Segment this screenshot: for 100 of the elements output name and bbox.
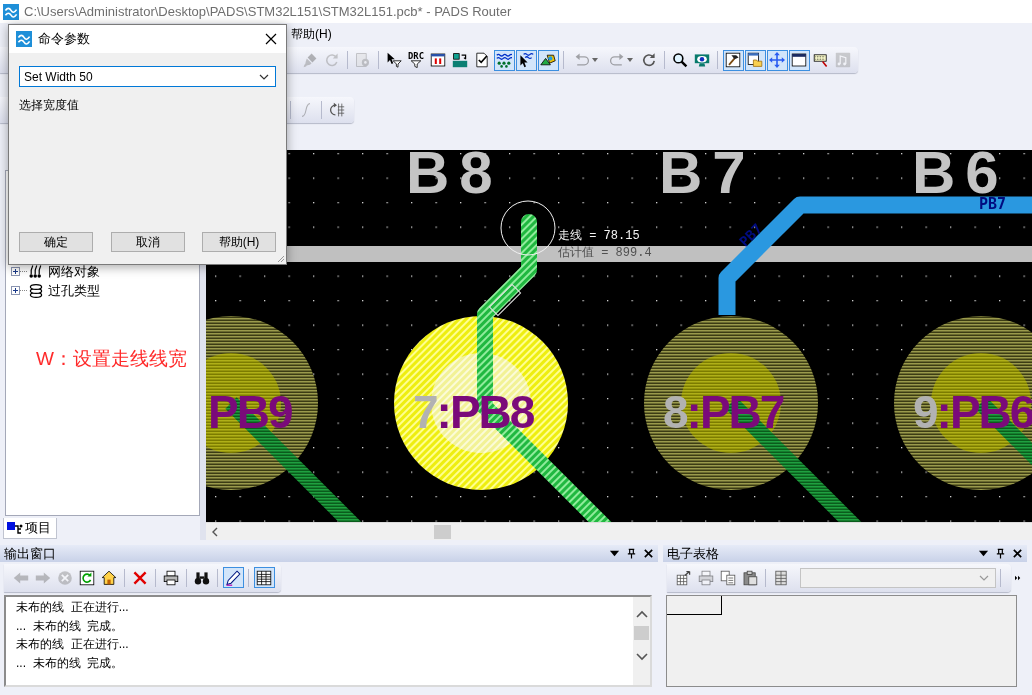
folder-window-icon (747, 52, 763, 68)
menu-item[interactable]: 帮助(H) (289, 24, 334, 45)
measurement-readout: 走线 = 78.15 (558, 230, 640, 243)
scrollbar-thumb[interactable] (634, 626, 649, 640)
command-dropdown[interactable]: Set Width 50 (19, 66, 276, 87)
dialog-title: 命令参数 (38, 30, 91, 48)
silkscreen-label: B8 (406, 150, 503, 197)
printer-icon (163, 569, 179, 586)
close-icon (265, 33, 277, 45)
expand-icon[interactable] (11, 286, 20, 295)
log-line: 未布的线 正在进行... (16, 636, 130, 653)
caret-icon (591, 58, 598, 62)
window-title: C:\Users\Administrator\Desktop\PADS\STM32L151\STM32L151.pcb* - PADS Router (24, 4, 512, 19)
table-export-icon (676, 569, 692, 586)
dropdown-icon[interactable] (609, 548, 620, 559)
panel-title: 输出窗口 (4, 544, 56, 563)
gear-document-icon (355, 52, 371, 68)
blocks-arrow-icon (452, 52, 468, 68)
refresh-icon (324, 52, 340, 68)
toolbar-button[interactable] (788, 49, 810, 71)
grid-rotate-icon (329, 102, 345, 118)
scroll-left-icon[interactable] (211, 526, 219, 537)
pin-number: 9 (913, 386, 937, 438)
app-logo-icon (3, 3, 19, 20)
silkscreen-label: B6 (912, 150, 1009, 197)
stacked-rings-icon (28, 282, 44, 299)
paste-icon (742, 569, 758, 586)
keyboard-icon (813, 52, 829, 68)
toolbar-button[interactable] (537, 49, 559, 71)
close-icon[interactable] (643, 548, 654, 559)
caret-icon (979, 574, 989, 581)
window-pause-icon (430, 52, 446, 68)
app-logo-icon (16, 31, 32, 47)
vertical-scrollbar[interactable] (633, 597, 650, 685)
selection-marker (488, 283, 522, 317)
brush-icon (302, 52, 318, 68)
scroll-up-icon[interactable] (635, 610, 648, 618)
magnifier-icon (672, 52, 688, 68)
expand-icon[interactable] (11, 267, 20, 276)
chevrons-icon[interactable] (1015, 574, 1021, 581)
music-note-icon (835, 52, 851, 68)
measurement-readout: 估计值 = 899.4 (558, 247, 652, 260)
log-line: 未布的线 正在进行... (16, 599, 130, 616)
refresh-icon (79, 569, 95, 586)
stop-circle-icon (57, 569, 73, 586)
pin-number: 7 (413, 386, 437, 438)
tree-item-label[interactable]: 网络对象 (48, 262, 100, 281)
copy-icon (720, 569, 736, 586)
wires-icon (28, 263, 44, 280)
pen-icon (225, 569, 241, 586)
panel-title: 电子表格 (667, 544, 719, 563)
eye-monitor-icon (694, 52, 710, 68)
close-icon[interactable] (1012, 548, 1023, 559)
pin-number: 8 (663, 386, 687, 438)
undo-icon (573, 52, 590, 68)
annotation-text: W：设置走线线宽 (36, 347, 187, 371)
log-line: ... 未布的线 完成。 (16, 617, 125, 635)
dialog-button[interactable]: 取消 (110, 232, 185, 252)
toolbar-button[interactable] (493, 49, 515, 71)
checked-document-icon (474, 52, 490, 68)
dropdown-icon[interactable] (978, 548, 989, 559)
panel-tab[interactable]: 项目 (3, 518, 57, 539)
toolbar-button[interactable] (744, 49, 766, 71)
dialog-button[interactable]: 帮助(H) (202, 232, 276, 252)
table-cell[interactable] (667, 596, 722, 615)
pin-icon[interactable] (626, 548, 637, 559)
binoculars-icon (194, 569, 210, 586)
silkscreen-label: B7 (659, 150, 756, 197)
scrollbar-thumb[interactable] (434, 524, 451, 539)
prompt-text: 选择宽度值 (19, 97, 80, 114)
waves-dots-icon (496, 52, 512, 68)
toolbar-button[interactable] (253, 567, 275, 588)
pointer-filter-icon (386, 52, 402, 68)
rotate-icon (641, 52, 657, 68)
redo-icon (608, 52, 625, 68)
scroll-down-icon[interactable] (635, 653, 648, 661)
cursor-ring (500, 200, 556, 256)
horizontal-scrollbar[interactable] (206, 522, 1032, 540)
dialog-button[interactable]: 确定 (19, 232, 93, 252)
caret-icon (626, 58, 633, 62)
hammer-frame-icon (725, 52, 741, 68)
table-icon (256, 569, 272, 586)
pointer-waves-icon (518, 52, 534, 68)
caret-icon (259, 73, 269, 80)
pin-icon[interactable] (995, 548, 1006, 559)
pcb-pad[interactable] (644, 316, 818, 490)
toolbar-button[interactable] (722, 49, 744, 71)
printer-icon (698, 569, 714, 586)
table-document-icon (773, 569, 789, 586)
resize-grip-icon[interactable] (275, 253, 285, 263)
move-arrows-icon (769, 52, 785, 68)
log-line: ... 未布的线 完成。 (16, 654, 125, 672)
project-tree-icon (7, 521, 23, 535)
tree-item-label[interactable]: 过孔类型 (48, 281, 100, 300)
toolbar-button[interactable] (515, 49, 537, 71)
delete-icon (132, 569, 148, 586)
home-icon (101, 569, 117, 586)
toolbar-button[interactable] (222, 567, 244, 588)
pcb-pad[interactable] (394, 316, 568, 490)
window-icon (791, 52, 807, 68)
